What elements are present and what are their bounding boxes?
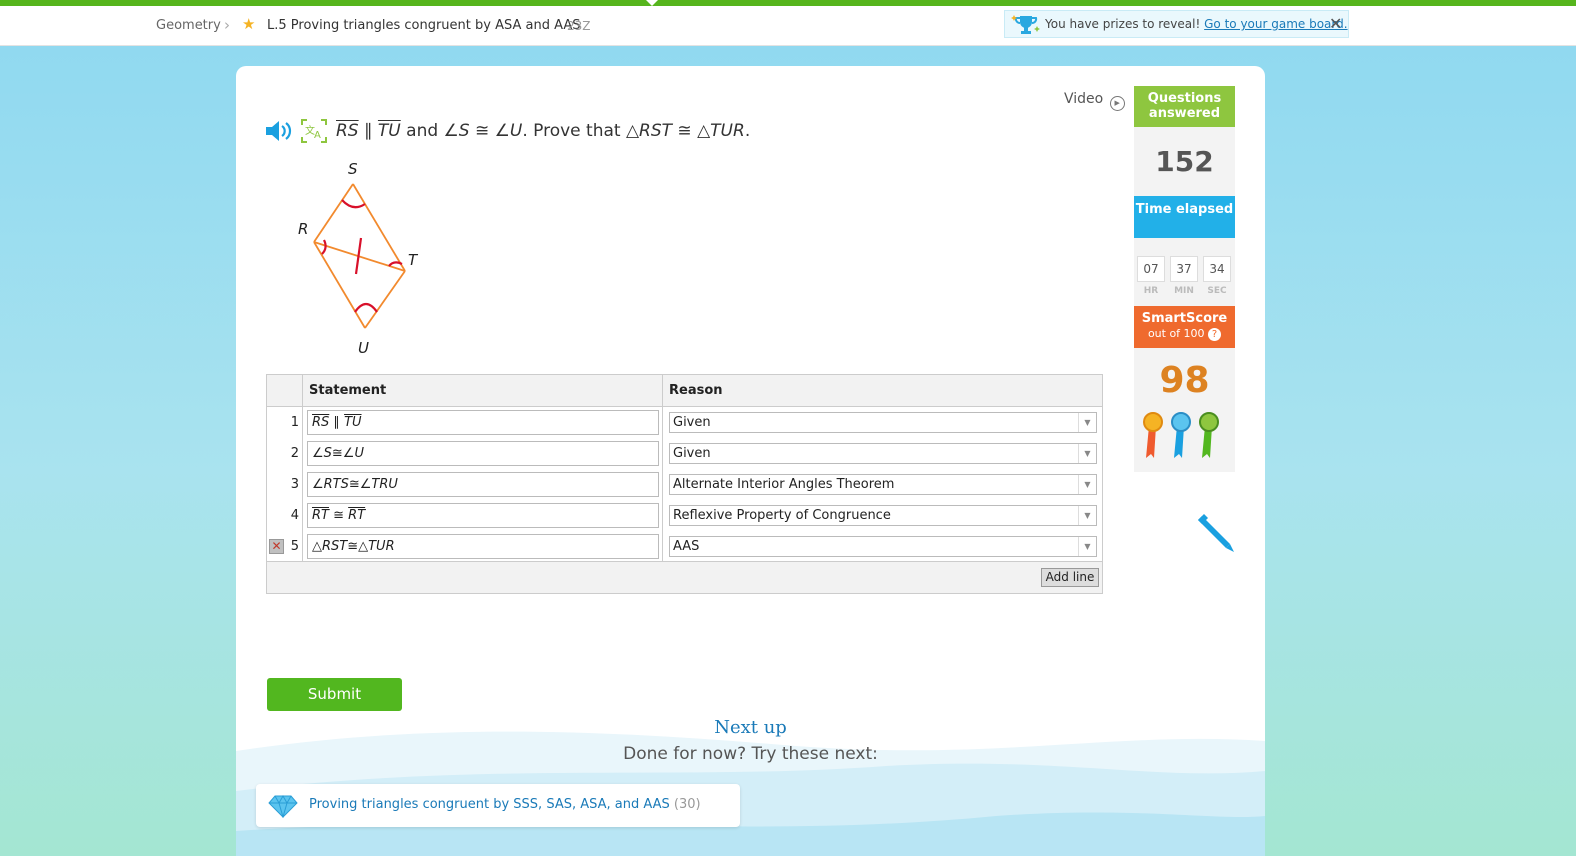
vertex-label-u: U xyxy=(358,339,369,357)
pencil-icon[interactable] xyxy=(1196,512,1238,558)
suggested-skill-link[interactable]: Proving triangles congruent by SSS, SAS,… xyxy=(309,797,670,812)
question-text: RS ∥ TU and ∠S ≅ ∠U. Prove that △RST ≅ △… xyxy=(336,121,751,141)
statement-header: Statement xyxy=(309,383,387,398)
timer-hours-label: HR xyxy=(1143,286,1159,296)
proof-row: 1 RS ∥ TU Given ▼ xyxy=(267,407,1102,438)
timer-seconds: 34 xyxy=(1203,256,1231,282)
row-number: 2 xyxy=(290,446,299,461)
dropdown-arrow-icon[interactable]: ▼ xyxy=(1078,537,1096,556)
smartscore-panel: 98 xyxy=(1134,348,1235,472)
play-icon: ▶ xyxy=(1109,96,1125,111)
dropdown-arrow-icon[interactable]: ▼ xyxy=(1078,413,1096,432)
prize-banner: You have prizes to reveal! Go to your ga… xyxy=(1004,10,1349,38)
row-number: 3 xyxy=(290,477,299,492)
submit-button[interactable]: Submit xyxy=(267,678,402,711)
reason-header: Reason xyxy=(669,383,723,398)
timer: 07 37 34 HR MIN SEC xyxy=(1134,238,1235,306)
row-number: 5 xyxy=(290,539,299,554)
proof-table: Statement Reason 1 RS ∥ TU Given ▼ 2 ∠S≅∠… xyxy=(266,374,1103,594)
delete-row-icon[interactable]: ✕ xyxy=(269,539,284,554)
help-icon[interactable]: ? xyxy=(1208,328,1222,341)
dropdown-arrow-icon[interactable]: ▼ xyxy=(1078,444,1096,463)
video-link[interactable]: Video ▶ xyxy=(1064,91,1125,111)
row-number: 1 xyxy=(290,415,299,430)
speaker-icon[interactable] xyxy=(264,118,294,149)
close-icon[interactable]: ✕ xyxy=(1329,14,1342,33)
reason-select[interactable]: Given ▼ xyxy=(669,443,1097,464)
questions-answered-label: Questions answered xyxy=(1134,86,1235,127)
timer-seconds-label: SEC xyxy=(1207,286,1227,296)
proof-row: 2 ∠S≅∠U Given ▼ xyxy=(267,438,1102,469)
star-icon[interactable]: ★ xyxy=(242,15,255,33)
breadcrumb-skill: L.5 Proving triangles congruent by ASA a… xyxy=(267,18,581,33)
proof-row: ✕ 5 △RST≅△TUR AAS ▼ xyxy=(267,531,1102,562)
top-bar: Geometry › ★ L.5 Proving triangles congr… xyxy=(0,6,1576,46)
reason-select[interactable]: Alternate Interior Angles Theorem ▼ xyxy=(669,474,1097,495)
smartscore-sub: out of 100 xyxy=(1147,327,1205,340)
statement-field[interactable]: ∠S≅∠U xyxy=(307,441,659,466)
next-up-title: Next up xyxy=(714,717,787,738)
vertex-label-t: T xyxy=(408,251,419,269)
proof-table-footer: Add line xyxy=(267,561,1102,593)
reason-select[interactable]: Given ▼ xyxy=(669,412,1097,433)
dropdown-arrow-icon[interactable]: ▼ xyxy=(1078,475,1096,494)
timer-minutes: 37 xyxy=(1170,256,1198,282)
breadcrumb-subject[interactable]: Geometry xyxy=(156,18,221,33)
smartscore-value: 98 xyxy=(1159,360,1210,401)
column-divider xyxy=(662,375,663,561)
dropdown-arrow-icon[interactable]: ▼ xyxy=(1078,506,1096,525)
statement-field[interactable]: RT ≅ RT xyxy=(307,503,659,528)
proof-row: 4 RT ≅ RT Reflexive Property of Congruen… xyxy=(267,500,1102,531)
reason-select[interactable]: AAS ▼ xyxy=(669,536,1097,557)
statement-field[interactable]: ∠RTS≅∠TRU xyxy=(307,472,659,497)
quadrilateral-figure: S R T U xyxy=(284,160,434,364)
skill-code: 23Z xyxy=(567,19,591,33)
svg-text:A: A xyxy=(314,130,321,141)
prize-text: You have prizes to reveal! xyxy=(1045,17,1201,31)
proof-row: 3 ∠RTS≅∠TRU Alternate Interior Angles Th… xyxy=(267,469,1102,500)
diamond-icon xyxy=(268,794,298,822)
vertex-label-r: R xyxy=(298,220,308,238)
video-label: Video xyxy=(1064,91,1104,107)
suggested-skill-count: (30) xyxy=(673,797,701,812)
reason-select[interactable]: Reflexive Property of Congruence ▼ xyxy=(669,505,1097,526)
suggested-skill-card[interactable]: Proving triangles congruent by SSS, SAS,… xyxy=(256,784,740,827)
proof-table-header: Statement Reason xyxy=(267,375,1102,407)
chevron-right-icon: › xyxy=(224,16,230,34)
next-up-subtitle: Done for now? Try these next: xyxy=(623,744,878,764)
game-board-link[interactable]: Go to your game board. xyxy=(1204,17,1347,31)
column-divider xyxy=(302,375,303,561)
trophy-icon xyxy=(1011,13,1041,40)
smartscore-header: SmartScore out of 100 ? xyxy=(1134,306,1235,348)
timer-hours: 07 xyxy=(1137,256,1165,282)
statement-field[interactable]: △RST≅△TUR xyxy=(307,534,659,559)
vertex-label-s: S xyxy=(348,160,358,178)
statement-field[interactable]: RS ∥ TU xyxy=(307,410,659,435)
timer-minutes-label: MIN xyxy=(1174,286,1194,296)
questions-answered-value: 152 xyxy=(1134,127,1235,196)
question-card: Video ▶ 文 A RS ∥ TU and ∠S ≅ ∠U. Prove t… xyxy=(236,66,1265,856)
smartscore-label: SmartScore xyxy=(1141,311,1228,326)
medal-ribbons-icon xyxy=(1142,412,1228,464)
time-elapsed-label: Time elapsed xyxy=(1134,196,1235,238)
translate-icon[interactable]: 文 A xyxy=(300,118,328,149)
row-number: 4 xyxy=(290,508,299,523)
add-line-button[interactable]: Add line xyxy=(1041,568,1099,587)
